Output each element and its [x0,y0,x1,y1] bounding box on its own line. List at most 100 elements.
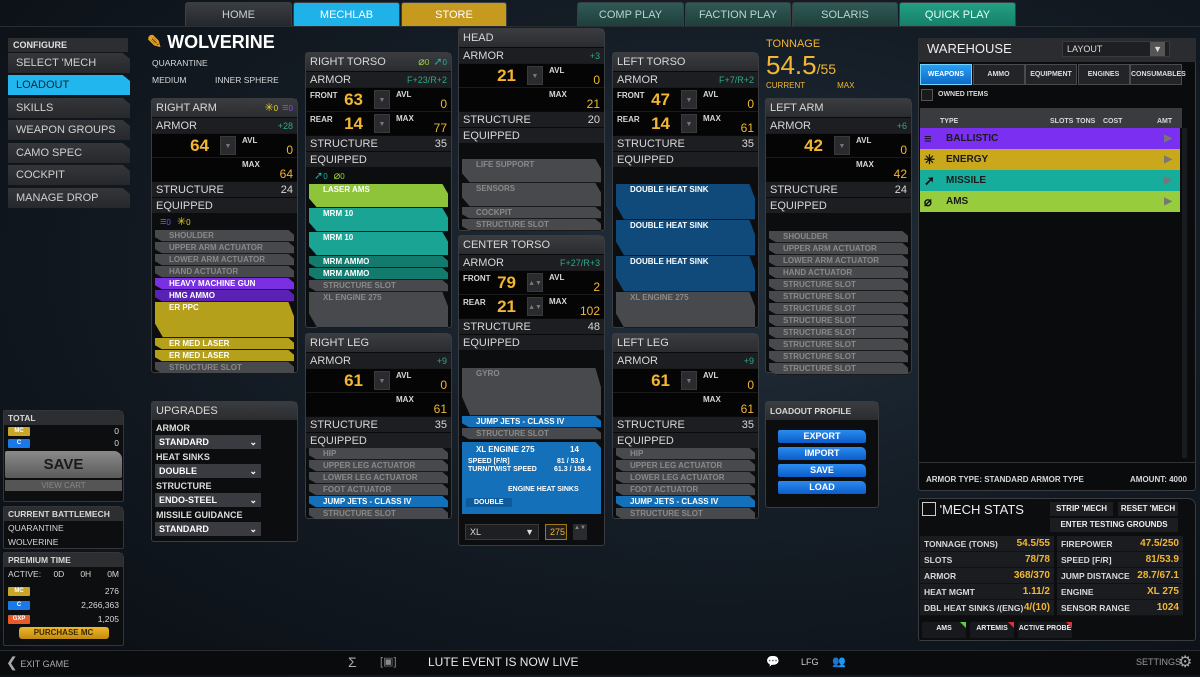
equipped-item[interactable]: MRM 10 [309,208,448,232]
upgrade-select-structure[interactable]: ENDO-STEEL ⌄ [155,493,261,507]
strip-mech-button[interactable]: STRIP 'MECH [1050,502,1113,516]
broadcast-icon[interactable]: [▣] [380,650,397,675]
column-cost[interactable]: COST [1103,118,1122,125]
tab-store[interactable]: STORE [401,2,507,26]
armor-value[interactable]: 21 [497,297,516,317]
expand-arrow-icon[interactable]: ▶ [1164,149,1172,170]
sidebar-item-weapon-groups[interactable]: WEAPON GROUPS [8,120,130,140]
pencil-icon[interactable]: ✎ [147,32,162,52]
save-button[interactable]: SAVE [5,451,122,478]
tab-comp-play[interactable]: COMP PLAY [577,2,684,26]
armor-value[interactable]: 79 [497,273,516,293]
gear-icon[interactable]: ⚙ [1178,650,1192,675]
reset-mech-button[interactable]: RESET 'MECH [1118,502,1178,516]
import-button[interactable]: IMPORT [778,447,866,460]
equipped-item[interactable]: MRM AMMO [309,256,448,268]
upgrade-select-armor[interactable]: STANDARD ⌄ [155,435,261,449]
settings-label[interactable]: SETTINGS [1136,650,1181,675]
tab-weapons[interactable]: WEAPONS [920,64,972,85]
equipped-item[interactable]: JUMP JETS - CLASS IV [462,416,601,428]
sigma-icon[interactable]: Σ [348,650,357,675]
armor-value[interactable]: 63 [344,90,363,110]
armor-stepper[interactable]: ▼ [681,90,697,109]
armor-value[interactable]: 14 [651,114,670,134]
engine-block[interactable]: XL ENGINE 275 14 SPEED [F/R] 81 / 53.9 TURN/… [462,442,601,514]
view-cart-button[interactable]: VIEW CART [5,480,122,491]
tab-equipment[interactable]: EQUIPMENT [1025,64,1077,85]
tab-quick-play[interactable]: QUICK PLAY [899,2,1016,26]
equipped-item[interactable]: HMG AMMO [155,290,294,302]
armor-value[interactable]: 21 [497,66,516,86]
sidebar-item-cockpit[interactable]: COCKPIT [8,165,130,185]
armor-stepper[interactable]: ▼ [527,66,543,85]
armor-stepper[interactable]: ▼ [834,136,850,155]
armor-value[interactable]: 61 [651,371,670,391]
armor-value[interactable]: 64 [190,136,209,156]
armor-stepper[interactable]: ▼ [374,114,390,133]
column-slots[interactable]: SLOTS [1050,118,1073,125]
sidebar-item-camo-spec[interactable]: CAMO SPEC [8,143,130,163]
enter-testing-grounds-button[interactable]: ENTER TESTING GROUNDS [1050,518,1178,532]
armor-stepper[interactable]: ▼ [681,371,697,390]
save-profile-button[interactable]: SAVE [778,464,866,477]
armor-stepper[interactable]: ▼ [681,114,697,133]
exit-game-button[interactable]: ❮ EXIT GAME [6,650,69,675]
tab-ammo[interactable]: AMMO [972,64,1025,85]
column-amt[interactable]: AMT [1157,118,1172,125]
equipped-item[interactable]: JUMP JETS - CLASS IV [616,496,755,508]
tab-mechlab[interactable]: MECHLAB [293,2,400,26]
warehouse-category-ballistic[interactable]: ≡ BALLISTIC ▶ [920,128,1180,149]
column-tons[interactable]: TONS [1076,118,1095,125]
equipped-item[interactable]: MRM AMMO [309,268,448,280]
chat-icon[interactable]: 💬 [766,650,780,675]
tab-home[interactable]: HOME [185,2,292,26]
armor-stepper[interactable]: ▼ [374,90,390,109]
layout-select[interactable]: LAYOUT ▼ [1062,41,1170,57]
sidebar-item-select-mech[interactable]: SELECT 'MECH [8,53,130,73]
equipped-item[interactable]: HEAVY MACHINE GUN [155,278,294,290]
warehouse-category-missile[interactable]: ➚ MISSILE ▶ [920,170,1180,191]
equipped-item[interactable]: ER PPC [155,302,294,338]
equipped-item[interactable]: ER MED LASER [155,338,294,350]
export-button[interactable]: EXPORT [778,430,866,443]
engine-type-select[interactable]: XL ▼ [465,524,539,540]
armor-stepper[interactable]: ▼ [374,371,390,390]
engine-rating-stepper[interactable]: ▲▼ [573,524,587,540]
lfg-button[interactable]: LFG [801,650,819,675]
sidebar-item-loadout[interactable]: LOADOUT [8,75,130,95]
armor-value[interactable]: 47 [651,90,670,110]
expand-arrow-icon[interactable]: ▶ [1164,170,1172,191]
column-type[interactable]: TYPE [940,118,958,125]
tab-faction-play[interactable]: FACTION PLAY [685,2,791,26]
sidebar-item-skills[interactable]: SKILLS [8,98,130,118]
purchase-mc-button[interactable]: PURCHASE MC [18,627,109,639]
armor-stepper[interactable]: ▲▼ [527,273,543,292]
load-profile-button[interactable]: LOAD [778,481,866,494]
expand-arrow-icon[interactable]: ▶ [1164,128,1172,149]
equipped-item[interactable]: DOUBLE HEAT SINK [616,220,755,256]
equipped-item[interactable]: ER MED LASER [155,350,294,362]
event-ticker[interactable]: LUTE EVENT IS NOW LIVE [428,650,578,675]
expand-arrow-icon[interactable]: ▶ [1164,191,1172,212]
equipped-item[interactable]: DOUBLE HEAT SINK [616,256,755,292]
warehouse-category-ams[interactable]: ⌀ AMS ▶ [920,191,1180,212]
upgrade-select-missile-guidance[interactable]: STANDARD ⌄ [155,522,261,536]
warehouse-category-energy[interactable]: ✳ ENERGY ▶ [920,149,1180,170]
friends-icon[interactable]: 👥 [832,650,846,675]
equipped-item[interactable]: DOUBLE HEAT SINK [616,184,755,220]
equipped-item[interactable]: MRM 10 [309,232,448,256]
expand-icon[interactable] [922,502,936,516]
tab-engines[interactable]: ENGINES [1077,64,1130,85]
armor-stepper[interactable]: ▼ [220,136,236,155]
tab-consumables[interactable]: CONSUMABLES [1130,64,1186,85]
upgrade-select-heat-sinks[interactable]: DOUBLE ⌄ [155,464,261,478]
warehouse-scrollbar[interactable] [1182,128,1187,458]
owned-items-checkbox[interactable] [921,89,933,101]
tab-solaris[interactable]: SOLARIS [792,2,898,26]
armor-stepper[interactable]: ▲▼ [527,297,543,316]
equipped-item[interactable]: LASER AMS [309,184,448,208]
engine-rating-input[interactable]: 275 [545,524,567,540]
armor-value[interactable]: 14 [344,114,363,134]
armor-value[interactable]: 42 [804,136,823,156]
armor-value[interactable]: 61 [344,371,363,391]
